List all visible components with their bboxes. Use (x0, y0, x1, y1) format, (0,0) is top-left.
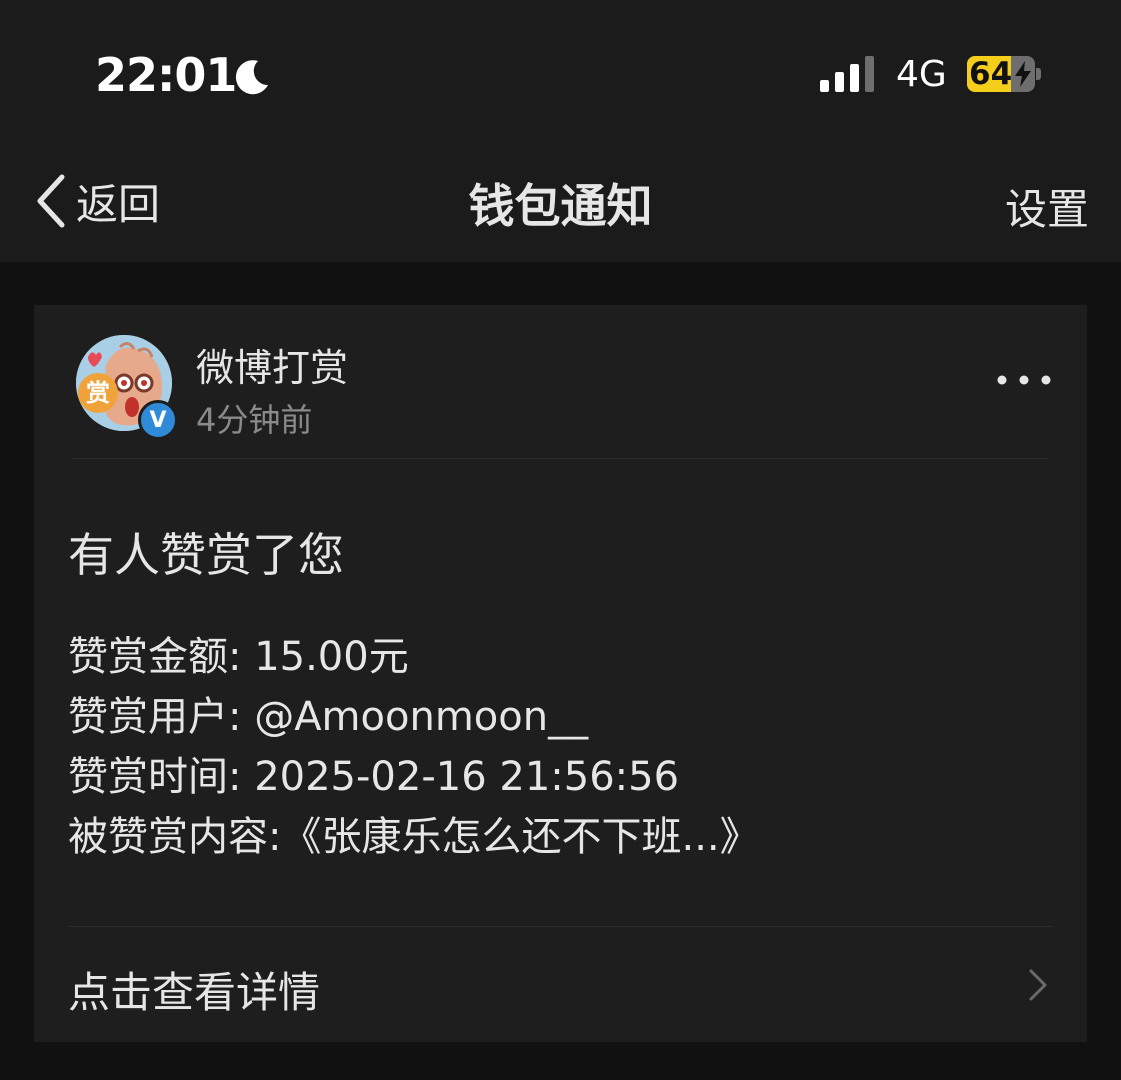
verified-badge: V (138, 400, 178, 440)
more-options-icon[interactable] (994, 365, 1054, 395)
page-title: 钱包通知 (468, 179, 653, 233)
view-details-label: 点击查看详情 (68, 968, 321, 1017)
battery-level: 64 (969, 56, 1013, 92)
divider (72, 458, 1047, 459)
reward-time: 赞赏时间: 2025-02-16 21:56:56 (68, 754, 680, 800)
rewarded-content: 被赞赏内容:《张康乐怎么还不下班...》 (68, 814, 760, 860)
settings-button[interactable]: 设置 (1005, 176, 1089, 237)
top-bar: 22:01 4G 64 返回 钱包通知 设置 (0, 0, 1121, 262)
sender-name[interactable]: 微博打赏 (196, 337, 348, 392)
message-title: 有人赞赏了您 (68, 528, 344, 582)
battery-body: 64 (967, 56, 1035, 92)
moon-icon (235, 60, 268, 95)
bolt-icon (1015, 61, 1031, 87)
status-time: 22:01 (95, 48, 237, 102)
battery-cap (1036, 68, 1041, 80)
avatar-label: 赏 (86, 379, 110, 407)
timestamp: 4分钟前 (196, 401, 313, 439)
battery-indicator: 64 (967, 56, 1041, 92)
reward-amount: 赞赏金额: 15.00元 (68, 634, 409, 680)
reward-user: 赞赏用户: @Amoonmoon__ (68, 694, 589, 740)
chevron-right-icon (1029, 969, 1047, 1001)
view-details-button[interactable]: 点击查看详情 (34, 927, 1087, 1042)
network-label: 4G (896, 54, 947, 95)
signal-icon (820, 56, 874, 92)
reward-details: 赞赏金额: 15.00元 赞赏用户: @Amoonmoon__ 赞赏时间: 20… (68, 627, 760, 867)
notification-card: 赏 V 微博打赏 4分钟前 有人赞赏了您 赞赏金额: 15.00元 赞赏用户: … (34, 305, 1087, 1042)
